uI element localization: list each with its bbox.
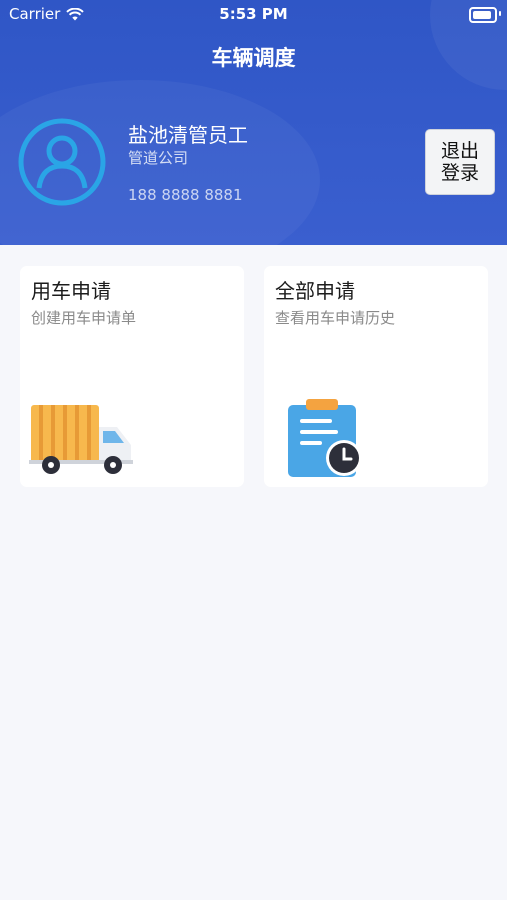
page-title: 车辆调度 <box>211 46 296 70</box>
clipboard-clock-icon <box>288 399 362 477</box>
avatar-icon <box>18 118 106 206</box>
truck-icon <box>29 405 133 474</box>
status-bar: Carrier 5:53 PM <box>0 0 507 28</box>
card-title: 全部申请 <box>275 279 355 303</box>
card-subtitle: 查看用车申请历史 <box>275 309 396 327</box>
clock: 5:53 PM <box>219 5 288 23</box>
vehicle-request-card[interactable]: 用车申请 创建用车申请单 <box>20 266 244 487</box>
profile-header: Carrier 5:53 PM 车辆调度 盐池清管员工 管道公司 188 888… <box>0 0 507 245</box>
card-subtitle: 创建用车申请单 <box>31 309 137 327</box>
company-name: 管道公司 <box>128 149 189 167</box>
user-name: 盐池清管员工 <box>128 123 248 147</box>
all-requests-card[interactable]: 全部申请 查看用车申请历史 <box>264 266 488 487</box>
battery-tip <box>499 11 501 16</box>
card-title: 用车申请 <box>31 279 111 303</box>
battery-icon <box>469 7 497 23</box>
logout-button[interactable]: 退出登录 <box>425 129 495 195</box>
phone-number: 188 8888 8881 <box>128 186 243 204</box>
